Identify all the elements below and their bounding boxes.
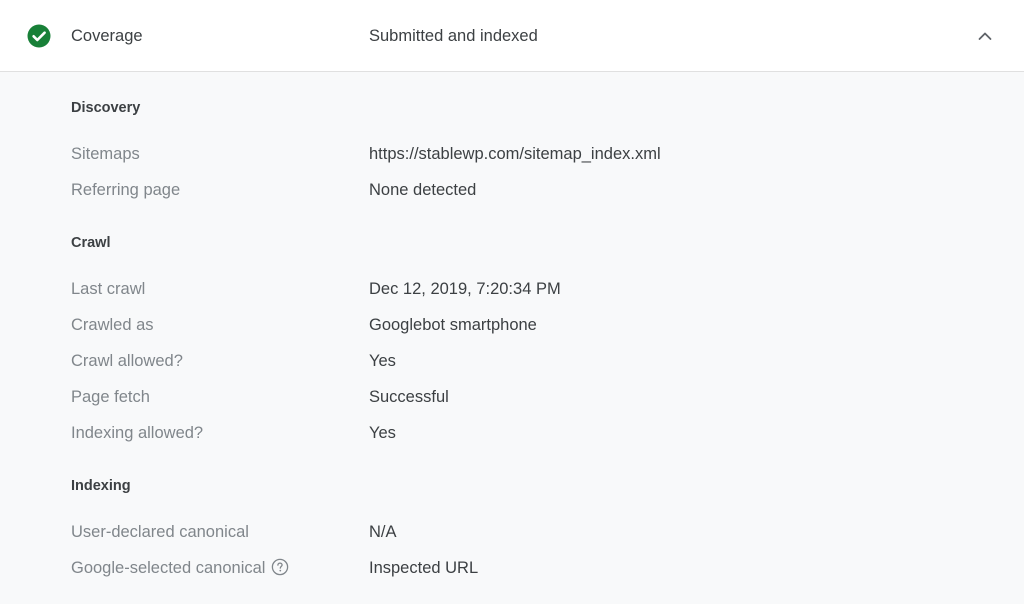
label-referring-page: Referring page: [71, 181, 181, 199]
value-user-declared-canonical: N/A: [369, 523, 397, 541]
label-google-selected-canonical: Google-selected canonical: [71, 559, 266, 577]
section-title-crawl: Crawl: [71, 235, 111, 251]
check-circle-icon: [27, 24, 51, 48]
section-title-indexing: Indexing: [71, 478, 131, 494]
value-last-crawl: Dec 12, 2019, 7:20:34 PM: [369, 280, 561, 298]
value-referring-page: None detected: [369, 181, 477, 199]
coverage-panel: Coverage Submitted and indexed Discovery…: [0, 0, 1024, 604]
label-crawl-allowed: Crawl allowed?: [71, 352, 183, 370]
value-crawled-as: Googlebot smartphone: [369, 316, 537, 334]
label-user-declared-canonical: User-declared canonical: [71, 523, 249, 541]
value-crawl-allowed: Yes: [369, 352, 396, 370]
value-page-fetch: Successful: [369, 388, 449, 406]
label-sitemaps: Sitemaps: [71, 145, 140, 163]
label-last-crawl: Last crawl: [71, 280, 146, 298]
value-indexing-allowed: Yes: [369, 424, 396, 442]
help-circle-icon[interactable]: [271, 558, 289, 576]
coverage-status: Submitted and indexed: [369, 27, 538, 45]
section-title-discovery: Discovery: [71, 100, 141, 116]
coverage-title: Coverage: [71, 27, 143, 45]
label-indexing-allowed: Indexing allowed?: [71, 424, 204, 442]
label-google-selected-canonical-row: Google-selected canonical: [71, 558, 289, 578]
label-page-fetch: Page fetch: [71, 388, 150, 406]
coverage-header[interactable]: Coverage Submitted and indexed: [0, 0, 1024, 72]
chevron-up-icon[interactable]: [975, 26, 995, 46]
value-google-selected-canonical: Inspected URL: [369, 559, 479, 577]
value-sitemaps: https://stablewp.com/sitemap_index.xml: [369, 145, 661, 163]
label-crawled-as: Crawled as: [71, 316, 154, 334]
